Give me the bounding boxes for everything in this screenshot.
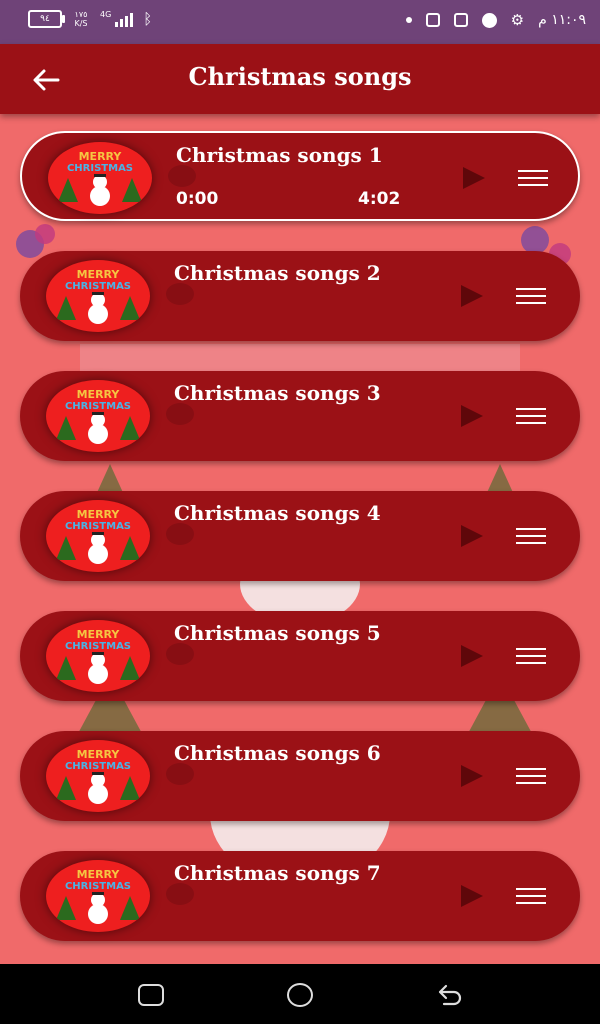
- song-item-1[interactable]: MERRY CHRISTMAS Christmas songs 1 0:00 4…: [20, 131, 580, 221]
- song-title: Christmas songs 6: [174, 741, 381, 765]
- song-item-2[interactable]: MERRY CHRISTMAS Christmas songs 2: [20, 251, 580, 341]
- settings-gear-icon: ⚙: [510, 11, 525, 29]
- system-nav-bar: [0, 964, 600, 1024]
- merry-christmas-thumbnail-icon: MERRY CHRISTMAS: [56, 268, 140, 324]
- network-type: 4G: [100, 10, 112, 19]
- song-item-6[interactable]: MERRY CHRISTMAS Christmas songs 6: [20, 731, 580, 821]
- seek-thumb[interactable]: [168, 165, 196, 187]
- signal-icon: 4G: [100, 10, 134, 27]
- gamepad-icon: [453, 13, 468, 27]
- menu-icon[interactable]: [516, 768, 546, 786]
- seek-thumb[interactable]: [166, 883, 194, 905]
- seek-thumb[interactable]: [166, 403, 194, 425]
- song-title: Christmas songs 1: [176, 143, 383, 167]
- battery-level: ٩٤: [40, 14, 50, 24]
- song-item-3[interactable]: MERRY CHRISTMAS Christmas songs 3: [20, 371, 580, 461]
- svg-text:CHRISTMAS: CHRISTMAS: [65, 761, 131, 772]
- back-icon[interactable]: [436, 982, 464, 1006]
- svg-text:MERRY: MERRY: [77, 268, 121, 281]
- svg-text:MERRY: MERRY: [77, 748, 121, 761]
- play-icon[interactable]: [461, 285, 483, 307]
- status-time: ١١:٠٩ م: [538, 12, 586, 28]
- menu-icon[interactable]: [516, 408, 546, 426]
- bluetooth-icon: ᛒ: [143, 10, 153, 28]
- svg-text:CHRISTMAS: CHRISTMAS: [67, 163, 133, 174]
- seek-thumb[interactable]: [166, 523, 194, 545]
- menu-icon[interactable]: [516, 288, 546, 306]
- svg-text:CHRISTMAS: CHRISTMAS: [65, 401, 131, 412]
- song-title: Christmas songs 4: [174, 501, 381, 525]
- status-left: ٩٤ ١٧٥ K/S 4G ᛒ: [28, 10, 152, 28]
- song-list-background: MERRY CHRISTMAS Christmas songs 1 0:00 4…: [0, 114, 600, 964]
- svg-text:CHRISTMAS: CHRISTMAS: [65, 881, 131, 892]
- merry-christmas-thumbnail-icon: MERRY CHRISTMAS: [56, 748, 140, 804]
- song-title: Christmas songs 3: [174, 381, 381, 405]
- song-thumbnail: MERRY CHRISTMAS: [46, 620, 150, 692]
- menu-icon[interactable]: [516, 648, 546, 666]
- seek-thumb[interactable]: [166, 763, 194, 785]
- song-duration: 4:02: [358, 189, 401, 209]
- status-bar: ٩٤ ١٧٥ K/S 4G ᛒ ⚙ ١١:٠٩ م: [0, 0, 600, 44]
- current-time: 0:00: [176, 189, 219, 209]
- play-icon[interactable]: [463, 167, 485, 189]
- menu-icon[interactable]: [518, 170, 548, 188]
- svg-text:MERRY: MERRY: [77, 388, 121, 401]
- merry-christmas-thumbnail-icon: MERRY CHRISTMAS: [58, 150, 142, 206]
- song-item-7[interactable]: MERRY CHRISTMAS Christmas songs 7: [20, 851, 580, 941]
- seek-thumb[interactable]: [166, 643, 194, 665]
- song-title: Christmas songs 5: [174, 621, 381, 645]
- facebook-icon: [481, 12, 497, 28]
- home-icon[interactable]: [287, 983, 313, 1007]
- song-item-5[interactable]: MERRY CHRISTMAS Christmas songs 5: [20, 611, 580, 701]
- song-thumbnail: MERRY CHRISTMAS: [46, 260, 150, 332]
- play-icon[interactable]: [461, 885, 483, 907]
- svg-text:CHRISTMAS: CHRISTMAS: [65, 281, 131, 292]
- recent-apps-icon[interactable]: [138, 984, 164, 1006]
- song-thumbnail: MERRY CHRISTMAS: [48, 142, 152, 214]
- status-right: ⚙ ١١:٠٩ م: [405, 11, 586, 29]
- play-icon[interactable]: [461, 525, 483, 547]
- play-icon[interactable]: [461, 645, 483, 667]
- song-title: Christmas songs 7: [174, 861, 381, 885]
- merry-christmas-thumbnail-icon: MERRY CHRISTMAS: [56, 628, 140, 684]
- page-title: Christmas songs: [188, 62, 412, 91]
- svg-text:CHRISTMAS: CHRISTMAS: [65, 641, 131, 652]
- svg-text:CHRISTMAS: CHRISTMAS: [65, 521, 131, 532]
- notification-dot-icon: [405, 17, 412, 23]
- p-app-icon: [425, 13, 440, 27]
- svg-text:MERRY: MERRY: [77, 628, 121, 641]
- play-icon[interactable]: [461, 405, 483, 427]
- menu-icon[interactable]: [516, 888, 546, 906]
- song-thumbnail: MERRY CHRISTMAS: [46, 500, 150, 572]
- song-thumbnail: MERRY CHRISTMAS: [46, 740, 150, 812]
- merry-christmas-thumbnail-icon: MERRY CHRISTMAS: [56, 388, 140, 444]
- merry-christmas-thumbnail-icon: MERRY CHRISTMAS: [56, 508, 140, 564]
- menu-icon[interactable]: [516, 528, 546, 546]
- song-item-4[interactable]: MERRY CHRISTMAS Christmas songs 4: [20, 491, 580, 581]
- app-bar: Christmas songs: [0, 44, 600, 114]
- song-thumbnail: MERRY CHRISTMAS: [46, 860, 150, 932]
- battery-icon: ٩٤: [28, 10, 65, 28]
- network-speed: ١٧٥ K/S: [74, 10, 88, 28]
- svg-text:MERRY: MERRY: [77, 868, 121, 881]
- song-thumbnail: MERRY CHRISTMAS: [46, 380, 150, 452]
- svg-text:MERRY: MERRY: [77, 508, 121, 521]
- song-title: Christmas songs 2: [174, 261, 381, 285]
- merry-christmas-thumbnail-icon: MERRY CHRISTMAS: [56, 868, 140, 924]
- play-icon[interactable]: [461, 765, 483, 787]
- seek-thumb[interactable]: [166, 283, 194, 305]
- svg-text:MERRY: MERRY: [79, 150, 123, 163]
